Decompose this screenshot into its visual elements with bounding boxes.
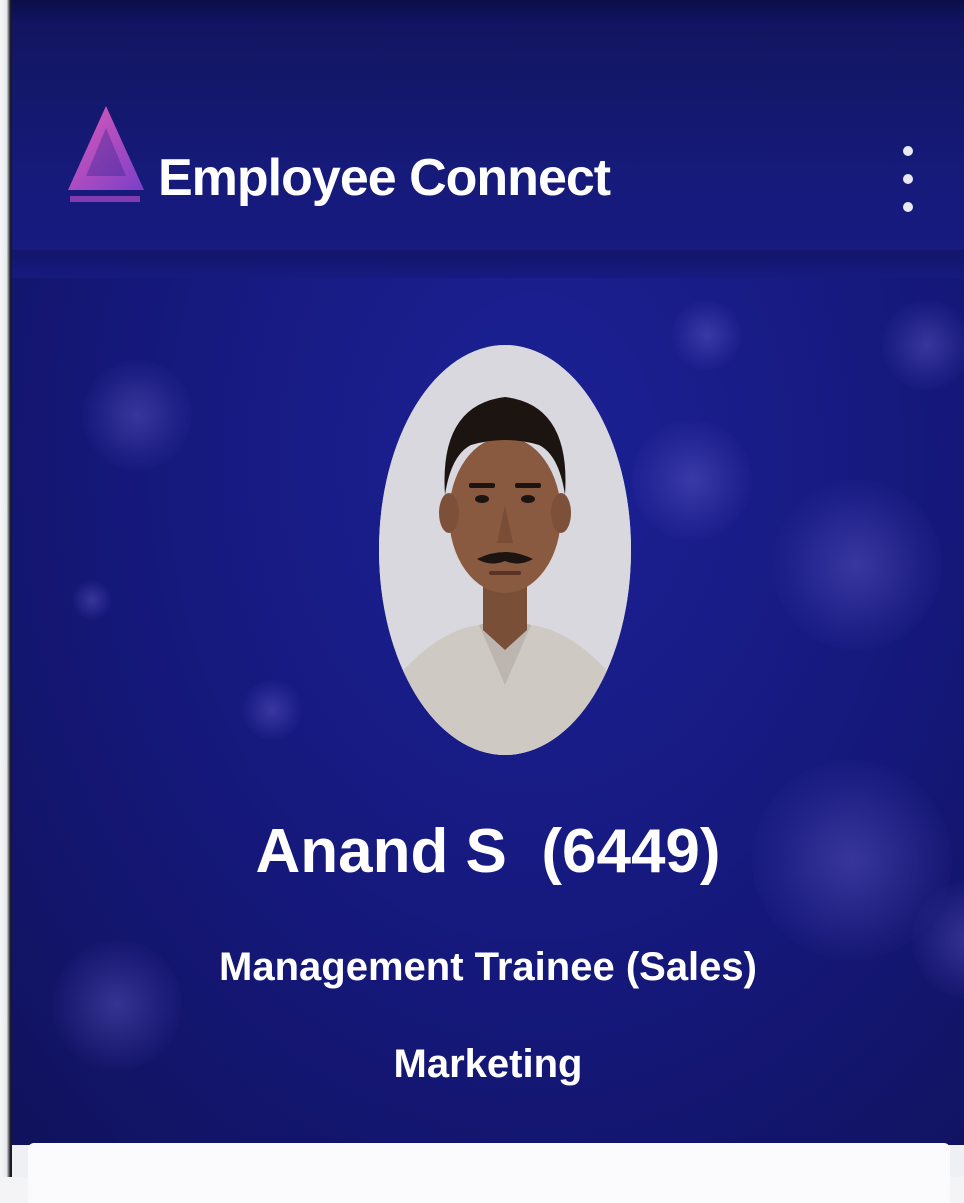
profile-screen: Employee Connect Anand S (6449) Manageme…: [12, 0, 964, 1145]
background-bokeh: [882, 300, 964, 390]
app-title: Employee Connect: [158, 149, 611, 207]
avatar[interactable]: [379, 345, 631, 755]
device-bezel: [0, 0, 12, 1177]
details-card: [28, 1143, 950, 1203]
device-frame: Employee Connect Anand S (6449) Manageme…: [0, 0, 964, 1203]
background-bokeh: [242, 680, 302, 740]
background-bokeh: [72, 580, 112, 620]
background-bokeh: [632, 420, 752, 540]
employee-designation: Management Trainee (Sales): [219, 945, 757, 989]
status-bar: [12, 0, 964, 28]
app-bar-shadow: [12, 250, 964, 280]
background-bokeh: [772, 480, 942, 650]
background-bokeh: [672, 300, 742, 370]
app-bar: Employee Connect: [12, 28, 964, 278]
more-vertical-icon[interactable]: [896, 140, 920, 220]
triangle-logo-icon: [64, 98, 148, 218]
employee-name: Anand S (6449): [255, 817, 721, 886]
employee-department: Marketing: [393, 1042, 583, 1086]
background-bokeh: [82, 360, 192, 470]
